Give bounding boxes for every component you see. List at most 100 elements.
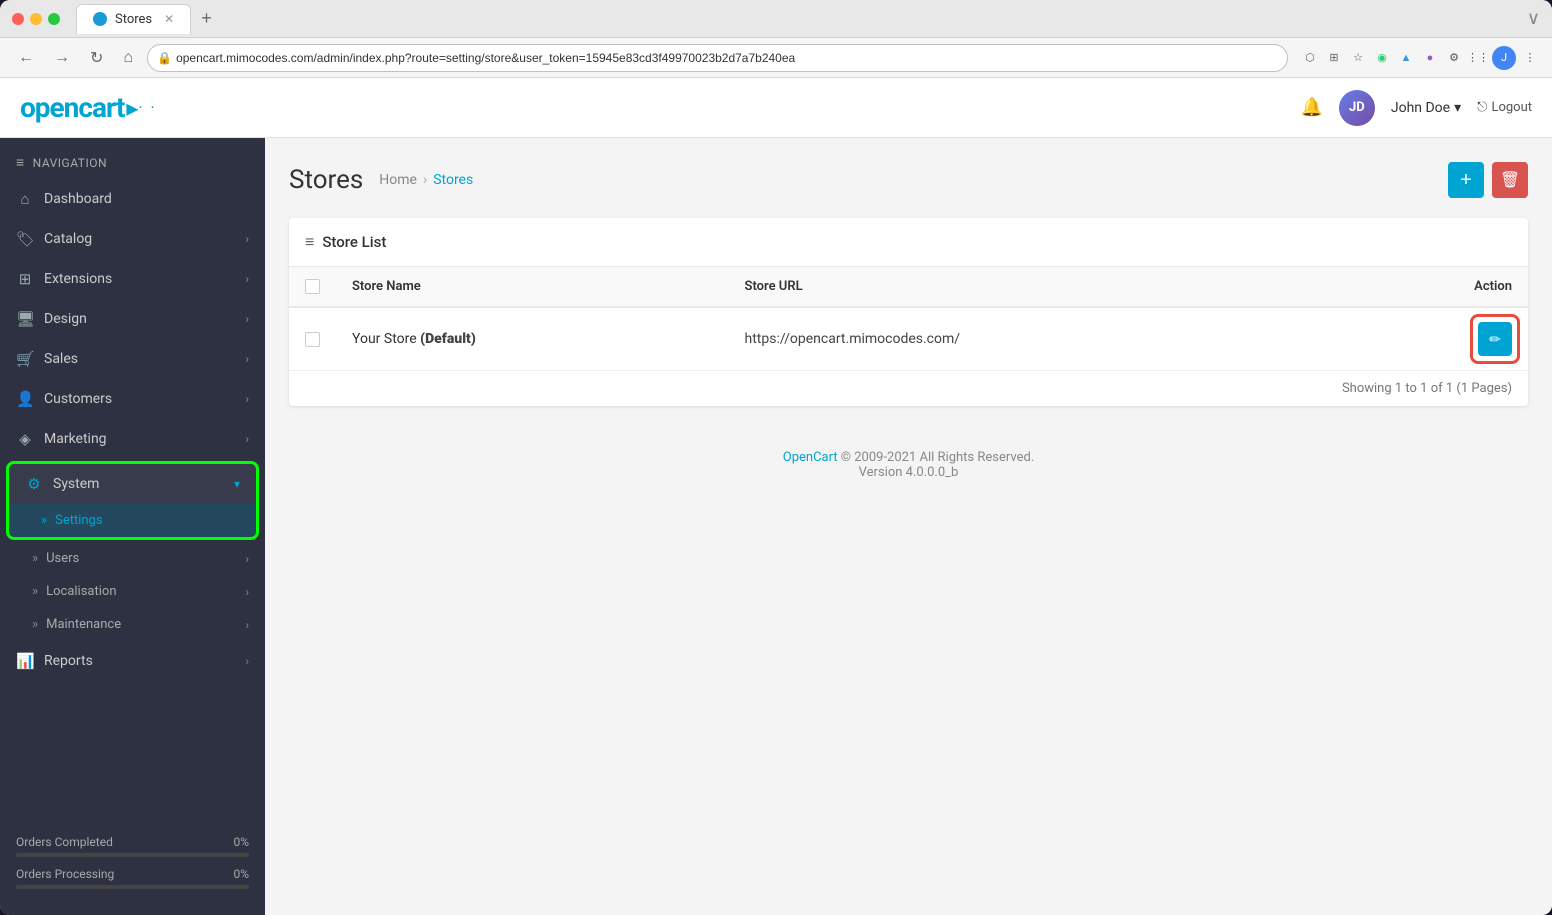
screenshot-icon[interactable]: ⊞	[1324, 48, 1344, 68]
nav-lines-icon: ≡	[16, 154, 25, 171]
sidebar-item-reports[interactable]: 📊 Reports ›	[0, 641, 265, 681]
minimize-button[interactable]	[30, 13, 42, 25]
nav-label: ≡ NAVIGATION	[0, 138, 265, 179]
sidebar: ≡ NAVIGATION ⌂ Dashboard 🏷 Catalog › ⊞	[0, 138, 265, 915]
extensions-icon: ⊞	[16, 270, 34, 288]
catalog-arrow-icon: ›	[245, 232, 249, 246]
page-title-area: Stores Home › Stores	[289, 165, 473, 195]
tab-favicon	[93, 12, 107, 26]
footer-opencart-link[interactable]: OpenCart	[783, 450, 838, 465]
logout-icon: ⎋	[1477, 100, 1487, 115]
refresh-button[interactable]: ↻	[84, 44, 109, 72]
delete-store-button[interactable]: 🗑	[1492, 162, 1528, 198]
sidebar-item-settings[interactable]: » Settings	[9, 504, 256, 537]
row-store-name-cell: Your Store (Default)	[336, 307, 729, 370]
menu-icon[interactable]: ⋮	[1520, 48, 1540, 68]
row-store-name: Your Store	[352, 331, 417, 347]
app-footer: OpenCart © 2009-2021 All Rights Reserved…	[289, 426, 1528, 504]
catalog-icon: 🏷	[16, 230, 34, 248]
window-collapse-icon[interactable]: ∨	[1527, 8, 1540, 29]
row-checkbox[interactable]	[305, 332, 320, 347]
tab-close-icon[interactable]: ✕	[164, 12, 174, 26]
cast-icon[interactable]: ⬡	[1300, 48, 1320, 68]
users-sub-icon: »	[32, 551, 38, 566]
tab-title: Stores	[115, 12, 152, 27]
sidebar-item-dashboard[interactable]: ⌂ Dashboard	[0, 179, 265, 219]
users-arrow-icon: ›	[245, 552, 249, 566]
reports-icon: 📊	[16, 652, 34, 670]
notification-bell-icon[interactable]: 🔔	[1300, 97, 1322, 118]
fullscreen-button[interactable]	[48, 13, 60, 25]
extension-settings[interactable]: ⚙	[1444, 48, 1464, 68]
avatar-image: JD	[1339, 90, 1375, 126]
card-header: ≡ Store List	[289, 218, 1528, 267]
logout-button[interactable]: ⎋ Logout	[1477, 100, 1532, 115]
add-store-button[interactable]: +	[1448, 162, 1484, 198]
maintenance-arrow-icon: ›	[245, 618, 249, 632]
system-icon: ⚙	[25, 475, 43, 493]
main-content: Stores Home › Stores + 🗑	[265, 138, 1552, 915]
pagination-info: Showing 1 to 1 of 1 (1 Pages)	[289, 370, 1528, 406]
sidebar-item-catalog[interactable]: 🏷 Catalog ›	[0, 219, 265, 259]
system-highlight-box: ⚙ System ▾ » Settings	[6, 461, 259, 540]
browser-titlebar: Stores ✕ + ∨	[0, 0, 1552, 38]
store-list-card: ≡ Store List Store Name Store URL Act	[289, 218, 1528, 406]
new-tab-button[interactable]: +	[195, 8, 218, 29]
localisation-arrow-icon: ›	[245, 585, 249, 599]
close-button[interactable]	[12, 13, 24, 25]
sidebar-item-sales[interactable]: 🛒 Sales ›	[0, 339, 265, 379]
header-store-url: Store URL	[729, 267, 1353, 307]
app-logo: opencart ▸ · ·	[20, 91, 157, 124]
browser-toolbar: ← → ↻ ⌂ 🔒 ⬡ ⊞ ☆ ◉ ▲ ● ⚙ ⋮⋮ J ⋮	[0, 38, 1552, 78]
orders-completed-bar	[16, 853, 249, 857]
extension-2[interactable]: ▲	[1396, 48, 1416, 68]
sidebar-item-system[interactable]: ⚙ System ▾	[9, 464, 256, 504]
orders-processing-progress: Orders Processing 0%	[16, 867, 249, 889]
sales-icon: 🛒	[16, 350, 34, 368]
select-all-checkbox[interactable]	[305, 279, 320, 294]
store-table: Store Name Store URL Action	[289, 267, 1528, 370]
bookmark-icon[interactable]: ☆	[1348, 48, 1368, 68]
app-container: opencart ▸ · · 🔔 JD John Doe ▾ ⎋ Logout	[0, 78, 1552, 915]
sidebar-item-design[interactable]: 🖥 Design ›	[0, 299, 265, 339]
app-body: ≡ NAVIGATION ⌂ Dashboard 🏷 Catalog › ⊞	[0, 138, 1552, 915]
card-header-icon: ≡	[305, 232, 314, 252]
extensions-arrow-icon: ›	[245, 272, 249, 286]
extension-1[interactable]: ◉	[1372, 48, 1392, 68]
extension-3[interactable]: ●	[1420, 48, 1440, 68]
breadcrumb: Home › Stores	[379, 172, 473, 188]
sidebar-item-localisation[interactable]: » Localisation ›	[0, 575, 265, 608]
avatar: JD	[1339, 90, 1375, 126]
page-title: Stores	[289, 165, 363, 195]
dashboard-icon: ⌂	[16, 190, 34, 208]
table-body: Your Store (Default) https://opencart.mi…	[289, 307, 1528, 370]
back-button[interactable]: ←	[12, 45, 40, 71]
home-button[interactable]: ⌂	[117, 45, 139, 71]
extensions-icon[interactable]: ⋮⋮	[1468, 48, 1488, 68]
breadcrumb-home[interactable]: Home	[379, 172, 417, 188]
footer-line-1: OpenCart © 2009-2021 All Rights Reserved…	[313, 450, 1504, 465]
table-row: Your Store (Default) https://opencart.mi…	[289, 307, 1528, 370]
orders-processing-bar	[16, 885, 249, 889]
system-arrow-icon: ▾	[234, 477, 240, 491]
active-tab[interactable]: Stores ✕	[76, 4, 191, 34]
address-bar[interactable]	[147, 44, 1288, 72]
logo-arrow-icon: ▸	[126, 94, 138, 122]
marketing-arrow-icon: ›	[245, 432, 249, 446]
sidebar-item-customers[interactable]: 👤 Customers ›	[0, 379, 265, 419]
profile-icon[interactable]: J	[1492, 46, 1516, 70]
edit-store-button[interactable]: ✏	[1478, 322, 1512, 356]
sidebar-item-extensions[interactable]: ⊞ Extensions ›	[0, 259, 265, 299]
sidebar-item-users[interactable]: » Users ›	[0, 542, 265, 575]
browser-extensions: ⬡ ⊞ ☆ ◉ ▲ ● ⚙ ⋮⋮ J ⋮	[1300, 46, 1540, 70]
forward-button[interactable]: →	[48, 45, 76, 71]
row-store-url-cell: https://opencart.mimocodes.com/	[729, 307, 1353, 370]
reports-arrow-icon: ›	[245, 654, 249, 668]
design-arrow-icon: ›	[245, 312, 249, 326]
row-checkbox-cell	[289, 307, 336, 370]
sidebar-item-maintenance[interactable]: » Maintenance ›	[0, 608, 265, 641]
sidebar-item-marketing[interactable]: ◈ Marketing ›	[0, 419, 265, 459]
user-name[interactable]: John Doe ▾	[1391, 100, 1461, 116]
user-dropdown-icon: ▾	[1454, 100, 1461, 116]
browser-window: Stores ✕ + ∨ ← → ↻ ⌂ 🔒 ⬡ ⊞ ☆ ◉ ▲ ● ⚙ ⋮⋮ …	[0, 0, 1552, 915]
